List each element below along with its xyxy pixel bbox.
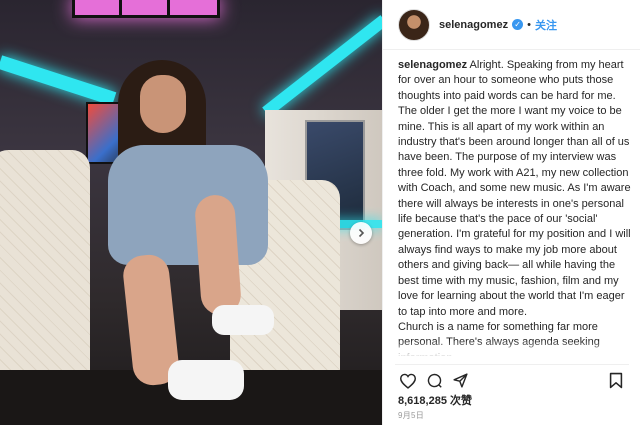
separator: • (527, 18, 531, 31)
post-panel: selenagomez ✓ • 关注 selenagomez Alright. … (382, 0, 640, 425)
caption: selenagomez Alright. Speaking from my he… (398, 58, 634, 356)
comment-button[interactable] (421, 370, 447, 392)
share-icon (452, 373, 468, 388)
comment-icon (427, 373, 442, 388)
save-button[interactable] (603, 370, 629, 392)
led-strip-right (262, 15, 382, 117)
caption-username[interactable]: selenagomez (398, 59, 467, 71)
person-face (140, 75, 186, 133)
post-photo[interactable] (0, 0, 382, 425)
post-header: selenagomez ✓ • 关注 (383, 0, 640, 50)
avatar[interactable] (398, 8, 430, 41)
person-sweater (108, 145, 268, 265)
shoe (212, 305, 274, 335)
caption-fade (383, 340, 640, 358)
shoe (168, 360, 244, 400)
verified-badge-icon: ✓ (512, 19, 524, 30)
header-username[interactable]: selenagomez (439, 19, 508, 31)
post-date[interactable]: 9月5日 (398, 410, 424, 421)
bookmark-icon (609, 372, 623, 389)
share-button[interactable] (447, 370, 473, 392)
led-strip-left (0, 55, 117, 106)
next-image-button[interactable] (350, 222, 372, 244)
heart-icon (399, 373, 417, 389)
caption-text: Alright. Speaking from my heart for over… (398, 59, 631, 318)
action-bar (395, 364, 629, 390)
chevron-right-icon (358, 228, 365, 238)
like-button[interactable] (395, 370, 421, 392)
like-count[interactable]: 8,618,285 次赞 (398, 392, 472, 408)
ceiling-light (72, 0, 220, 18)
person-leg (193, 193, 243, 317)
follow-button[interactable]: 关注 (535, 17, 557, 33)
